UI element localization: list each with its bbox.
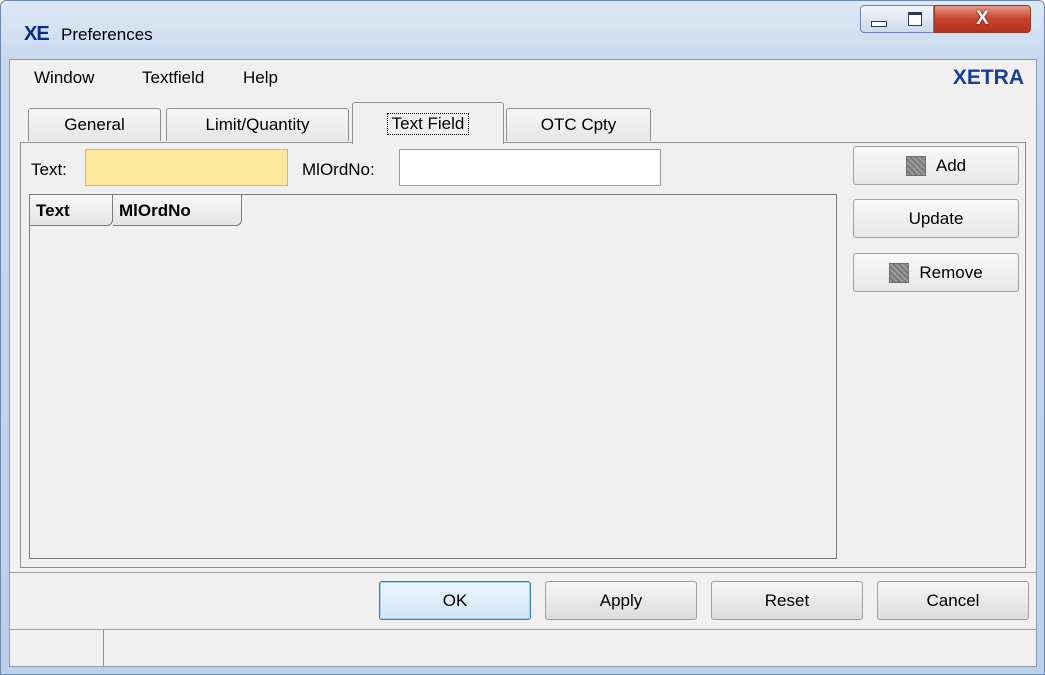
apply-button[interactable]: Apply xyxy=(545,581,697,620)
text-field-panel: Text: MlOrdNo: Text MlOrdNo Add Update R… xyxy=(20,142,1026,568)
menu-textfield[interactable]: Textfield xyxy=(142,68,204,88)
apply-button-label: Apply xyxy=(599,590,643,610)
menu-window[interactable]: Window xyxy=(34,68,94,88)
status-cell-right xyxy=(105,630,1036,667)
add-button-label: Add xyxy=(935,155,967,175)
reset-button-label: Reset xyxy=(764,590,810,610)
reset-button[interactable]: Reset xyxy=(711,581,863,620)
add-icon xyxy=(905,155,926,176)
text-label: Text: xyxy=(31,160,67,179)
preferences-window: XE Preferences X Window Textfield Help X… xyxy=(0,0,1045,675)
cancel-button-label: Cancel xyxy=(926,590,980,610)
tab-general[interactable]: General xyxy=(28,108,161,141)
mlordno-label: MlOrdNo: xyxy=(302,160,375,179)
app-icon: XE xyxy=(24,23,50,45)
remove-icon xyxy=(889,262,910,283)
ok-button[interactable]: OK xyxy=(379,581,531,620)
column-header-text[interactable]: Text xyxy=(30,195,113,226)
status-bar xyxy=(10,629,1036,667)
window-title: Preferences xyxy=(61,25,153,44)
add-button[interactable]: Add xyxy=(853,146,1019,185)
client-area: Window Textfield Help XETRA General Limi… xyxy=(9,59,1037,667)
tab-text-field[interactable]: Text Field xyxy=(352,102,504,144)
tab-general-label: General xyxy=(64,115,125,134)
tab-limit-quantity[interactable]: Limit/Quantity xyxy=(166,108,349,141)
close-button[interactable]: X xyxy=(934,5,1031,33)
column-header-mlordno[interactable]: MlOrdNo xyxy=(113,195,242,226)
update-button-label: Update xyxy=(908,208,964,228)
brand-logo: XETRA xyxy=(952,66,1024,89)
title-bar[interactable]: XE Preferences X xyxy=(1,1,1044,59)
tab-otc-cpty[interactable]: OTC Cpty xyxy=(506,108,651,141)
minimize-button[interactable] xyxy=(860,5,898,33)
tab-limit-quantity-label: Limit/Quantity xyxy=(205,115,310,134)
remove-button-label: Remove xyxy=(919,262,983,282)
menu-help[interactable]: Help xyxy=(243,68,278,88)
tab-text-field-label: Text Field xyxy=(386,112,470,135)
tab-otc-cpty-label: OTC Cpty xyxy=(540,115,617,134)
footer-divider xyxy=(10,572,1036,573)
menu-bar: Window Textfield Help XETRA xyxy=(10,60,1036,96)
cancel-button[interactable]: Cancel xyxy=(877,581,1029,620)
mlordno-input[interactable] xyxy=(399,149,661,186)
ok-button-label: OK xyxy=(442,590,468,610)
minimize-icon xyxy=(871,21,887,27)
close-icon: X xyxy=(976,8,989,29)
status-cell-left xyxy=(10,630,104,667)
maximize-icon xyxy=(908,12,922,26)
entries-table[interactable]: Text MlOrdNo xyxy=(29,194,837,559)
remove-button[interactable]: Remove xyxy=(853,253,1019,292)
maximize-button[interactable] xyxy=(897,5,934,33)
update-button[interactable]: Update xyxy=(853,199,1019,238)
text-input[interactable] xyxy=(85,149,288,186)
